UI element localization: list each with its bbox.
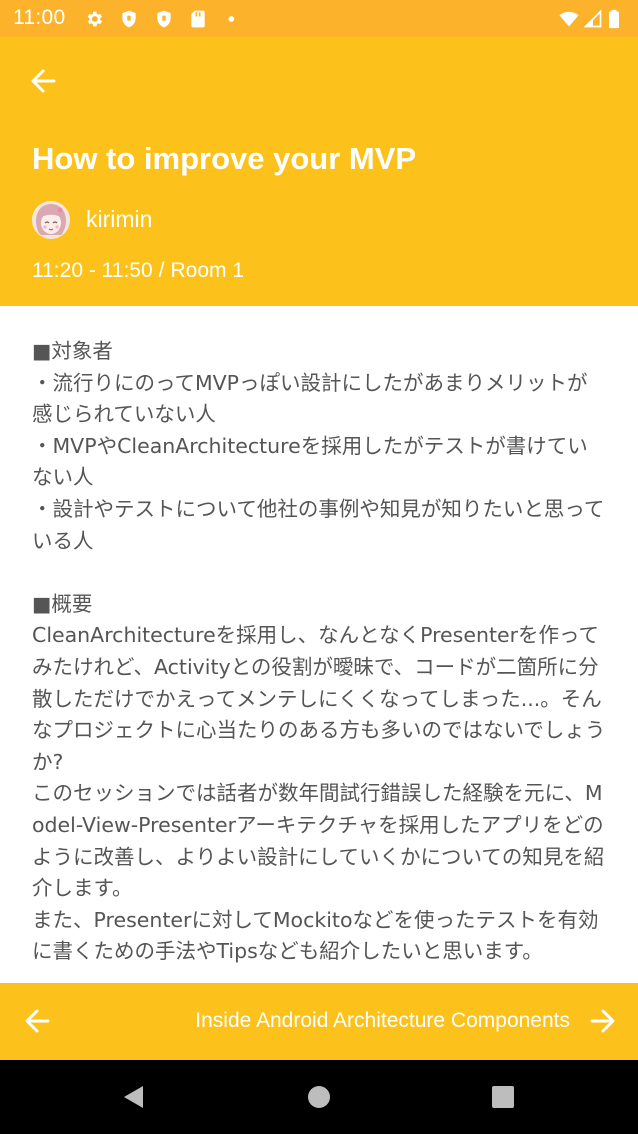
back-triangle-icon (124, 1086, 143, 1108)
session-room: Room 1 (170, 259, 245, 282)
status-bar: 11:00 (0, 0, 638, 37)
system-home-button[interactable] (299, 1077, 339, 1117)
next-session-title[interactable]: Inside Android Architecture Components (195, 1009, 570, 1033)
description-summary: ■概要 CleanArchitectureを採用し、なんとなくPresenter… (32, 591, 606, 964)
session-title: How to improve your MVP (32, 141, 417, 176)
sd-card-icon (191, 10, 205, 28)
shield-icon (122, 10, 136, 28)
arrow-left-icon (25, 1009, 50, 1033)
gear-icon (87, 11, 103, 27)
dot-icon (228, 16, 235, 22)
session-time: 11:20 - 11:50 (32, 259, 153, 282)
session-description: ■対象者 ・流行りにのってMVPっぽい設計にしたがあまりメリットが感じられていな… (32, 336, 608, 976)
recents-square-icon (492, 1086, 514, 1108)
time-room-separator: / (158, 259, 165, 282)
signal-icon (583, 9, 602, 28)
description-target-audience: ■対象者 ・流行りにのってMVPっぽい設計にしたがあまりメリットが感じられていな… (32, 339, 605, 553)
home-circle-icon (308, 1086, 330, 1108)
session-time-room: 11:20 - 11:50/Room 1 (32, 259, 244, 283)
wifi-icon (559, 11, 579, 27)
speaker-name[interactable]: kirimin (86, 206, 152, 233)
session-header: How to improve your MVP kirimin 11:20 - … (0, 37, 638, 306)
back-button[interactable] (22, 59, 66, 103)
status-time: 11:00 (13, 6, 66, 29)
arrow-left-icon (31, 69, 56, 93)
system-back-button[interactable] (113, 1077, 153, 1117)
system-navigation-bar (0, 1060, 638, 1134)
speaker-avatar[interactable] (32, 201, 70, 239)
system-recents-button[interactable] (483, 1077, 523, 1117)
prev-session-button[interactable] (16, 999, 60, 1043)
avatar-image (32, 201, 70, 239)
battery-icon (609, 9, 619, 29)
arrow-right-icon (590, 1009, 615, 1033)
next-session-button[interactable] (582, 999, 626, 1043)
shield-icon (157, 10, 171, 28)
session-navigation-bar: Inside Android Architecture Components (0, 983, 638, 1060)
